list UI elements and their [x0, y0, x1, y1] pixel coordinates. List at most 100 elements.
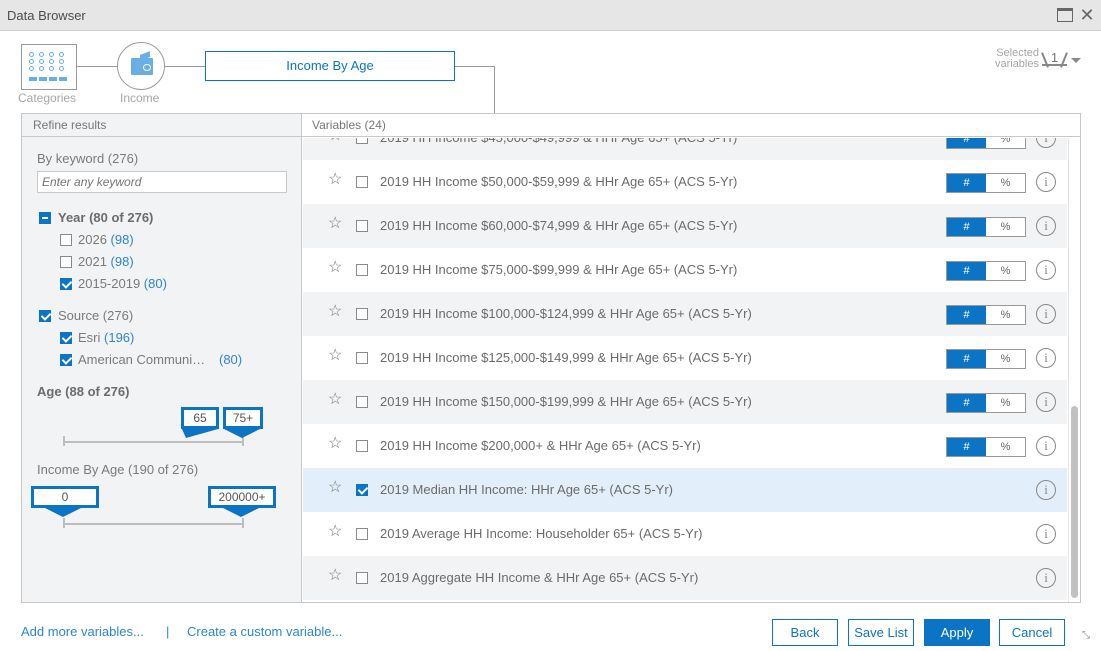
toggle-percent-option[interactable]: %: [986, 138, 1025, 148]
variable-checkbox[interactable]: [356, 396, 368, 408]
age-max-handle[interactable]: 75+: [223, 407, 263, 429]
star-icon[interactable]: ☆: [328, 260, 342, 276]
star-icon[interactable]: ☆: [328, 348, 342, 364]
toggle-count-option[interactable]: #: [947, 350, 986, 368]
age-slider-track[interactable]: [63, 441, 243, 443]
variable-row[interactable]: ☆ 2019 HH Income $50,000-$59,999 & HHr Ag…: [303, 160, 1067, 204]
info-icon[interactable]: i: [1036, 348, 1056, 368]
info-icon[interactable]: i: [1036, 304, 1056, 324]
variable-row[interactable]: ☆ 2019 HH Income $60,000-$74,999 & HHr Ag…: [303, 204, 1067, 248]
toggle-percent-option[interactable]: %: [986, 174, 1025, 192]
scrollbar-thumb[interactable]: [1071, 406, 1078, 598]
star-icon[interactable]: ☆: [328, 436, 342, 452]
star-icon[interactable]: ☆: [328, 304, 342, 320]
count-percent-toggle[interactable]: #%: [946, 173, 1026, 193]
info-icon[interactable]: i: [1036, 172, 1056, 192]
star-icon[interactable]: ☆: [328, 480, 342, 496]
breadcrumb-categories-label[interactable]: Categories: [18, 91, 76, 105]
variable-row[interactable]: ☆ 2019 HH Income $200,000+ & HHr Age 65+ …: [303, 424, 1067, 468]
count-percent-toggle[interactable]: #%: [946, 393, 1026, 413]
star-icon[interactable]: ☆: [328, 172, 342, 188]
info-icon[interactable]: i: [1036, 524, 1056, 544]
count-percent-toggle[interactable]: #%: [946, 217, 1026, 237]
year-2015-2019-checkbox[interactable]: [60, 278, 72, 290]
income-min-handle[interactable]: 0: [31, 486, 99, 508]
variable-row[interactable]: ☆ 2019 HH Income $125,000-$149,999 & HHr …: [303, 336, 1067, 380]
close-icon[interactable]: ✕: [1079, 6, 1095, 24]
variables-scrollbar[interactable]: [1068, 138, 1080, 602]
year-2021-checkbox[interactable]: [60, 256, 72, 268]
toggle-percent-option[interactable]: %: [986, 394, 1025, 412]
variable-checkbox[interactable]: [356, 138, 368, 144]
info-icon[interactable]: i: [1036, 138, 1056, 148]
toggle-count-option[interactable]: #: [947, 438, 986, 456]
count-percent-toggle[interactable]: #%: [946, 305, 1026, 325]
cancel-button[interactable]: Cancel: [999, 619, 1065, 646]
variable-checkbox[interactable]: [356, 176, 368, 188]
count-percent-toggle[interactable]: #%: [946, 261, 1026, 281]
variable-checkbox[interactable]: [356, 308, 368, 320]
add-more-variables-link[interactable]: Add more variables...: [21, 624, 144, 639]
info-icon[interactable]: i: [1036, 436, 1056, 456]
maximize-icon[interactable]: [1057, 8, 1073, 22]
variable-row[interactable]: ☆ 2019 HH Income $45,000-$49,999 & HHr Ag…: [303, 138, 1067, 160]
breadcrumb-income[interactable]: [117, 42, 165, 90]
source-acs-checkbox[interactable]: [60, 354, 72, 366]
breadcrumb-categories[interactable]: [21, 44, 77, 90]
variable-row[interactable]: ☆ 2019 Aggregate HH Income & HHr Age 65+ …: [303, 556, 1067, 600]
variable-row[interactable]: ☆ 2019 HH Income $75,000-$99,999 & HHr Ag…: [303, 248, 1067, 292]
count-percent-toggle[interactable]: #%: [946, 437, 1026, 457]
year-2026-checkbox[interactable]: [60, 234, 72, 246]
breadcrumb-connector: [455, 66, 495, 67]
toggle-percent-option[interactable]: %: [986, 438, 1025, 456]
toggle-percent-option[interactable]: %: [986, 218, 1025, 236]
variable-row[interactable]: ☆ 2019 HH Income $100,000-$124,999 & HHr …: [303, 292, 1067, 336]
variable-checkbox[interactable]: [356, 352, 368, 364]
info-icon[interactable]: i: [1036, 568, 1056, 588]
toggle-count-option[interactable]: #: [947, 174, 986, 192]
info-icon[interactable]: i: [1036, 392, 1056, 412]
toggle-count-option[interactable]: #: [947, 394, 986, 412]
variable-checkbox[interactable]: [356, 220, 368, 232]
variable-checkbox[interactable]: [356, 528, 368, 540]
toggle-percent-option[interactable]: %: [986, 306, 1025, 324]
toggle-count-option[interactable]: #: [947, 138, 986, 148]
count-percent-toggle[interactable]: #%: [946, 138, 1026, 149]
income-slider-track[interactable]: [63, 523, 243, 525]
star-icon[interactable]: ☆: [328, 392, 342, 408]
income-max-handle[interactable]: 200000+: [208, 486, 276, 508]
source-checkbox[interactable]: [39, 310, 51, 322]
toggle-percent-option[interactable]: %: [986, 350, 1025, 368]
count-percent-toggle[interactable]: #%: [946, 349, 1026, 369]
info-icon[interactable]: i: [1036, 480, 1056, 500]
variable-checkbox[interactable]: [356, 484, 368, 496]
star-icon[interactable]: ☆: [328, 138, 342, 144]
age-min-handle[interactable]: 65: [181, 407, 219, 429]
save-list-button[interactable]: Save List: [848, 619, 914, 646]
back-button[interactable]: Back: [772, 619, 838, 646]
breadcrumb-income-label[interactable]: Income: [120, 91, 159, 105]
apply-button[interactable]: Apply: [924, 619, 990, 646]
info-icon[interactable]: i: [1036, 260, 1056, 280]
toggle-percent-option[interactable]: %: [986, 262, 1025, 280]
toggle-count-option[interactable]: #: [947, 218, 986, 236]
variable-row[interactable]: ☆ 2019 Median HH Income: HHr Age 65+ (ACS…: [303, 468, 1067, 512]
info-icon[interactable]: i: [1036, 216, 1056, 236]
resize-icon[interactable]: ⤡: [1082, 630, 1090, 641]
variable-checkbox[interactable]: [356, 440, 368, 452]
keyword-input[interactable]: [37, 171, 287, 193]
year-collapse-checkbox[interactable]: [39, 212, 51, 224]
variable-row[interactable]: ☆ 2019 Average HH Income: Householder 65+…: [303, 512, 1067, 556]
source-esri-checkbox[interactable]: [60, 332, 72, 344]
variable-checkbox[interactable]: [356, 264, 368, 276]
star-icon[interactable]: ☆: [328, 524, 342, 540]
selected-count-basket-icon[interactable]: 1: [1042, 51, 1067, 66]
variable-row[interactable]: ☆ 2019 HH Income $150,000-$199,999 & HHr …: [303, 380, 1067, 424]
create-custom-variable-link[interactable]: Create a custom variable...: [187, 624, 342, 639]
toggle-count-option[interactable]: #: [947, 306, 986, 324]
variable-checkbox[interactable]: [356, 572, 368, 584]
toggle-count-option[interactable]: #: [947, 262, 986, 280]
chevron-down-icon[interactable]: [1071, 58, 1081, 63]
star-icon[interactable]: ☆: [328, 216, 342, 232]
star-icon[interactable]: ☆: [328, 568, 342, 584]
